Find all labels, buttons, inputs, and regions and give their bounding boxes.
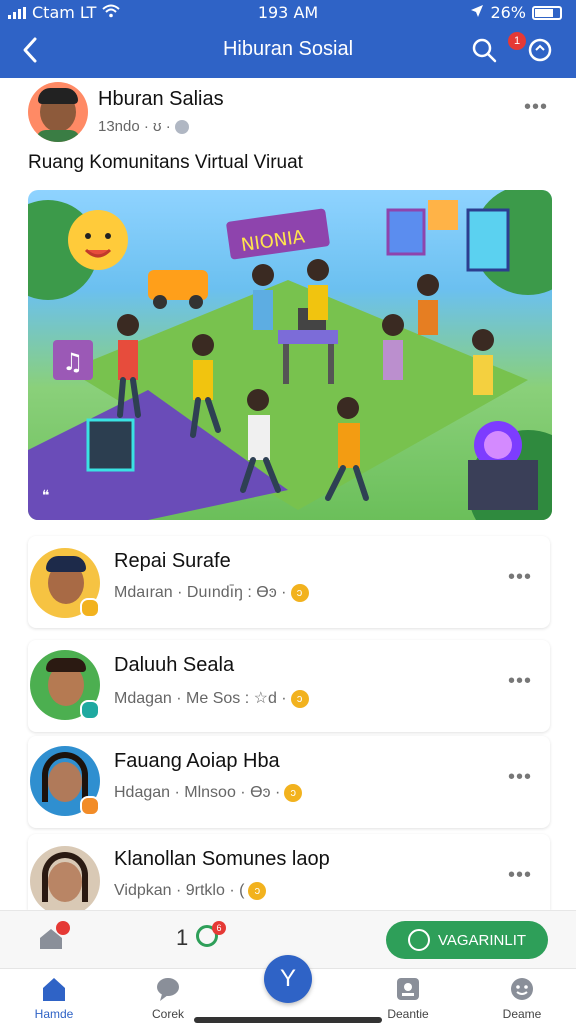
author-avatar[interactable] bbox=[28, 82, 88, 142]
status-right: 26% bbox=[470, 3, 562, 22]
follow-button-label: VAGARINLIT bbox=[437, 931, 527, 949]
home-outline-icon[interactable] bbox=[38, 921, 70, 956]
card-meta: Mdagan · Me Sos : ☆d · ɔ bbox=[114, 688, 309, 708]
count-label: 1 bbox=[176, 925, 189, 950]
nav-home[interactable]: Hamde bbox=[14, 975, 94, 1021]
coin-icon: ɔ bbox=[284, 784, 303, 802]
check-icon bbox=[407, 929, 430, 951]
post: Hburan Salias 13ndo · ʊ · ••• Ruang Komu… bbox=[0, 78, 576, 528]
card-name: Daluuh Seala bbox=[114, 654, 235, 676]
list-item[interactable]: Repai Surafe Mdaıran · Duındı̄ŋ : Ɵͽ · ɔ … bbox=[28, 536, 550, 628]
post-image[interactable]: NIONIA ♫ ❝ bbox=[28, 190, 552, 520]
coin-icon: ɔ bbox=[290, 689, 309, 708]
count-badge: 6 bbox=[212, 921, 226, 935]
coin-icon: ɔ bbox=[248, 882, 267, 900]
alert-badge bbox=[56, 921, 70, 935]
card-name: Fauang Aoiap Hba bbox=[114, 750, 280, 772]
nav-chat-label: Corek bbox=[151, 1007, 184, 1021]
card-more-button[interactable]: ••• bbox=[508, 766, 532, 789]
nav-profile[interactable]: Deantie bbox=[368, 975, 448, 1021]
status-dot bbox=[80, 700, 100, 720]
home-icon bbox=[40, 975, 68, 1003]
notification-badge: 1 bbox=[508, 32, 526, 50]
center-action-button[interactable]: Y bbox=[264, 955, 312, 1003]
notifications-button[interactable]: 1 bbox=[508, 32, 554, 64]
nav-chat[interactable]: Corek bbox=[128, 975, 208, 1021]
avatar bbox=[30, 846, 100, 916]
smiley-icon bbox=[508, 975, 536, 1003]
nav-home-label: Hamde bbox=[34, 1007, 74, 1021]
post-more-button[interactable]: ••• bbox=[524, 96, 548, 119]
follow-button[interactable]: VAGARINLIT bbox=[386, 921, 548, 959]
profile-card-icon bbox=[394, 975, 422, 1003]
card-more-button[interactable]: ••• bbox=[508, 566, 532, 589]
coin-icon: ɔ bbox=[290, 584, 309, 602]
location-icon bbox=[470, 3, 484, 22]
post-meta-text: 13ndo · ʊ · bbox=[98, 118, 171, 135]
list-item[interactable]: Fauang Aoiap Hba Hdagan · Mlnsoo · Ɵͽ · ɔ… bbox=[28, 736, 550, 828]
bottom-nav: Hamde Corek Y Deantie Deame bbox=[0, 955, 576, 1025]
svg-text:❝: ❝ bbox=[42, 488, 50, 504]
header: Hiburan Sosial 1 bbox=[0, 26, 576, 78]
post-text: Ruang Komunitans Virtual Viruat bbox=[28, 152, 303, 173]
card-meta: Vidpkan · 9rtklo · (ɔ bbox=[114, 882, 267, 900]
post-meta: 13ndo · ʊ · bbox=[98, 118, 189, 135]
list-item[interactable]: Klanollan Somunes laop Vidpkan · 9rtklo … bbox=[28, 834, 550, 916]
battery-icon bbox=[532, 5, 562, 20]
card-name: Repai Surafe bbox=[114, 550, 231, 572]
card-meta: Mdaıran · Duındı̄ŋ : Ɵͽ · ɔ bbox=[114, 584, 309, 602]
status-dot bbox=[80, 598, 100, 618]
status-dot bbox=[80, 796, 100, 816]
nav-more-label: Deame bbox=[502, 1007, 542, 1021]
nav-profile-label: Deantie bbox=[387, 1007, 429, 1021]
card-more-button[interactable]: ••• bbox=[508, 864, 532, 887]
nav-more[interactable]: Deame bbox=[482, 975, 562, 1021]
post-author-name[interactable]: Hburan Salias bbox=[98, 88, 224, 111]
list-item[interactable]: Daluuh Seala Mdagan · Me Sos : ☆d · ɔ ••• bbox=[28, 640, 550, 732]
home-indicator bbox=[194, 1017, 382, 1023]
card-meta: Hdagan · Mlnsoo · Ɵͽ · ɔ bbox=[114, 784, 303, 802]
top-bar: Ctam LT 193 AM 26% Hiburan Sosial 1 bbox=[0, 0, 576, 78]
globe-icon bbox=[174, 120, 189, 135]
card-name: Klanollan Somunes laop bbox=[114, 848, 330, 870]
search-icon[interactable] bbox=[470, 36, 498, 64]
chat-icon bbox=[154, 975, 182, 1003]
svg-text:♫: ♫ bbox=[62, 348, 84, 376]
status-bar: Ctam LT 193 AM 26% bbox=[0, 0, 576, 26]
battery-percent: 26% bbox=[490, 3, 526, 22]
card-more-button[interactable]: ••• bbox=[508, 670, 532, 693]
center-action-label: Y bbox=[279, 965, 296, 992]
